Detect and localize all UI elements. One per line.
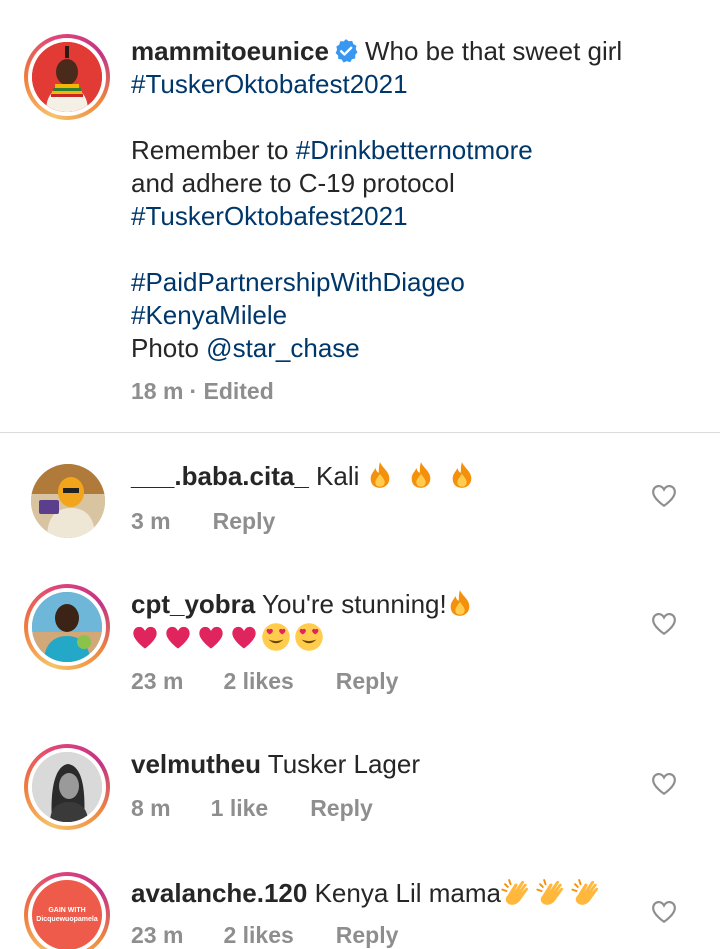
comment-text: Kenya Lil mama [314, 878, 502, 908]
heart-eyes-emoji [262, 623, 290, 651]
caption-line-1: Who be that sweet girl [364, 36, 623, 66]
comment-text: Tusker Lager [267, 749, 421, 779]
fire-emoji [452, 462, 472, 488]
red-heart-emoji [232, 626, 256, 649]
comment-time: 23 m [131, 668, 184, 694]
fire-emoji [411, 462, 431, 488]
caption-edited: · Edited [189, 378, 274, 404]
comment-meta: 8 m 1 like Reply [131, 795, 409, 822]
comment-username[interactable]: cpt_yobra [131, 589, 255, 619]
hashtag-link[interactable]: #PaidPartnershipWithDiageo [131, 267, 465, 297]
heart-eyes-emoji [295, 623, 323, 651]
reply-button[interactable]: Reply [310, 795, 373, 821]
comment-body: ___.baba.cita_ Kali [131, 460, 475, 493]
comment-meta: 3 m Reply [131, 508, 311, 535]
caption-username[interactable]: mammitoeunice [131, 36, 329, 66]
comment-username[interactable]: ___.baba.cita_ [131, 461, 309, 491]
comment-text: You're stunning! [262, 589, 447, 619]
divider [0, 432, 720, 433]
photo-credit-label: Photo [131, 333, 207, 363]
fire-emoji [370, 462, 389, 488]
likes-count[interactable]: 2 likes [223, 922, 293, 948]
comment-username[interactable]: avalanche.120 [131, 878, 307, 908]
likes-count[interactable]: 2 likes [223, 668, 293, 694]
avatar-photo [31, 464, 105, 538]
hashtag-link[interactable]: #TuskerOktobafest2021 [131, 69, 408, 99]
comment-body: avalanche.120 Kenya Lil mama [131, 876, 601, 910]
caption-text: mammitoeunice Who be that sweet girl #Tus… [131, 35, 701, 365]
hashtag-link[interactable]: #Drinkbetternotmore [296, 135, 533, 165]
comment-meta: 23 m 2 likes Reply [131, 668, 434, 695]
mention-link[interactable]: @star_chase [206, 333, 360, 363]
like-heart-icon[interactable] [651, 484, 677, 508]
avatar-photo [32, 592, 102, 662]
comment-username[interactable]: velmutheu [131, 749, 261, 779]
clapping-hands-emoji [571, 879, 600, 906]
fire-emoji [450, 590, 470, 616]
verified-badge-icon [335, 39, 358, 63]
clapping-hands-emoji [536, 879, 565, 906]
clapping-hands-emoji [501, 879, 530, 906]
reply-button[interactable]: Reply [336, 922, 399, 948]
caption-line-3: Remember to [131, 135, 296, 165]
comment-time: 3 m [131, 508, 171, 534]
comment-body: cpt_yobra You're stunning! [131, 588, 473, 621]
comment-time: 23 m [131, 922, 184, 948]
comment-body: velmutheu Tusker Lager [131, 748, 420, 781]
reply-button[interactable]: Reply [213, 508, 276, 534]
comment-avatar[interactable] [24, 744, 110, 830]
comment-avatar[interactable] [24, 584, 110, 670]
caption-meta: 18 m · Edited [131, 378, 310, 405]
avatar-photo [32, 42, 102, 112]
reply-button[interactable]: Reply [336, 668, 399, 694]
like-heart-icon[interactable] [651, 772, 677, 796]
caption-time: 18 m [131, 378, 184, 404]
comment-avatar[interactable]: GAIN WITH Dicquewuopamela [24, 872, 110, 949]
hashtag-link[interactable]: #TuskerOktobafest2021 [131, 201, 408, 231]
emoji-row [131, 622, 324, 656]
likes-count[interactable]: 1 like [211, 795, 269, 821]
avatar-photo [32, 752, 102, 822]
hashtag-link[interactable]: #KenyaMilele [131, 300, 287, 330]
red-heart-emoji [133, 626, 157, 649]
red-heart-emoji [199, 626, 223, 649]
comment-time: 8 m [131, 795, 171, 821]
red-heart-emoji [166, 626, 190, 649]
caption-line-4: and adhere to C-19 protocol [131, 168, 455, 198]
comment-text: Kali [316, 461, 360, 491]
comment-avatar[interactable] [31, 464, 105, 538]
avatar-caption: GAIN WITH Dicquewuopamela [36, 907, 98, 923]
like-heart-icon[interactable] [651, 612, 677, 636]
comment-meta: 23 m 2 likes Reply [131, 922, 434, 949]
caption-avatar[interactable] [24, 34, 110, 120]
like-heart-icon[interactable] [651, 900, 677, 924]
